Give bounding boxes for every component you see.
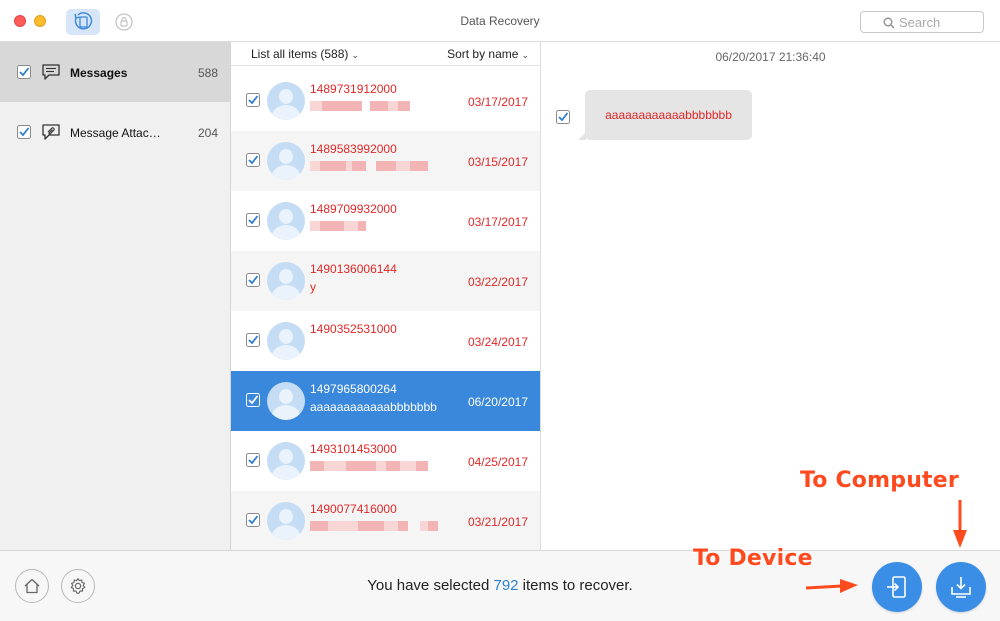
- contact-number: 1490352531000: [310, 322, 397, 336]
- search-input[interactable]: [899, 14, 979, 30]
- message-date: 03/15/2017: [467, 155, 528, 169]
- search-icon: [883, 17, 895, 29]
- window-title: Data Recovery: [460, 14, 540, 28]
- redacted-preview: [310, 221, 366, 231]
- contact-avatar-icon: [267, 382, 305, 420]
- message-text: aaaaaaaaaaaabbbbbbb: [605, 108, 732, 122]
- checkbox-checked-icon[interactable]: [246, 273, 260, 287]
- contact-avatar-icon: [267, 82, 305, 120]
- checkbox-checked-icon[interactable]: [246, 453, 260, 467]
- contact-number: 1493101453000: [310, 442, 397, 456]
- checkbox-checked-icon[interactable]: [556, 110, 570, 124]
- sort-dropdown[interactable]: Sort by name ⌄: [447, 47, 529, 61]
- chevron-down-icon: ⌄: [521, 50, 529, 60]
- checkbox-checked-icon[interactable]: [17, 65, 31, 79]
- contact-number: 1489583992000: [310, 142, 397, 156]
- recover-to-device-button[interactable]: [872, 562, 922, 612]
- search-field[interactable]: [860, 11, 984, 33]
- checkbox-checked-icon[interactable]: [246, 153, 260, 167]
- contact-number: 1489731912000: [310, 82, 397, 96]
- contact-avatar-icon: [267, 142, 305, 180]
- annotation-to-computer: To Computer: [800, 468, 959, 493]
- checkbox-checked-icon[interactable]: [246, 513, 260, 527]
- message-preview: y: [310, 280, 316, 294]
- category-sidebar: Messages 588 Message Attac… 204: [0, 42, 231, 550]
- message-date: 04/25/2017: [467, 455, 528, 469]
- message-list-row[interactable]: 1490352531000 03/24/2017: [231, 311, 540, 371]
- to-device-icon: [887, 576, 906, 598]
- sidebar-item-label: Messages: [70, 66, 128, 80]
- contact-number: 1490136006144: [310, 262, 397, 276]
- message-date: 03/17/2017: [467, 95, 528, 109]
- message-date: 03/17/2017: [467, 215, 528, 229]
- message-list-row[interactable]: 1490136006144 y 03/22/2017: [231, 251, 540, 311]
- title-bar: Data Recovery: [0, 0, 1000, 42]
- selection-summary-suffix: items to recover.: [518, 577, 633, 594]
- contact-avatar-icon: [267, 442, 305, 480]
- selection-summary-prefix: You have selected: [367, 577, 494, 594]
- message-date: 03/24/2017: [467, 335, 528, 349]
- contact-number: 1490077416000: [310, 502, 397, 516]
- checkbox-checked-icon[interactable]: [17, 125, 31, 139]
- redacted-preview: [310, 101, 410, 111]
- sort-label: Sort by name: [447, 47, 519, 61]
- redacted-preview: [310, 461, 428, 471]
- message-list-row[interactable]: 1489583992000 03/15/2017: [231, 131, 540, 191]
- chevron-down-icon: ⌄: [351, 50, 359, 60]
- contact-number: 1489709932000: [310, 202, 397, 216]
- message-list: 1489731912000 03/17/2017 1489583992000 03/1…: [231, 71, 540, 550]
- message-timestamp: 06/20/2017 21:36:40: [715, 50, 826, 64]
- annotation-to-device: To Device: [693, 546, 813, 571]
- data-recovery-window: Data Recovery Messages 588: [0, 0, 1000, 621]
- checkbox-checked-icon[interactable]: [246, 93, 260, 107]
- selected-count: 792: [493, 577, 519, 594]
- sidebar-item-count: 588: [197, 66, 218, 80]
- chat-bubble-icon: [42, 64, 60, 80]
- sidebar-item-message-attachments[interactable]: Message Attac… 204: [0, 102, 230, 162]
- contact-avatar-icon: [267, 322, 305, 360]
- contact-avatar-icon: [267, 502, 305, 540]
- message-date: 03/22/2017: [467, 275, 528, 289]
- checkbox-checked-icon[interactable]: [246, 393, 260, 407]
- message-list-row[interactable]: 1489709932000 03/17/2017: [231, 191, 540, 251]
- paperclip-bubble-icon: [42, 124, 60, 140]
- redacted-preview: [310, 161, 428, 171]
- list-filter-label: List all items (588): [251, 47, 349, 61]
- contact-number: 1497965800264: [310, 382, 397, 396]
- message-date: 03/21/2017: [467, 515, 528, 529]
- list-filter-dropdown[interactable]: List all items (588) ⌄: [251, 47, 359, 61]
- message-preview: aaaaaaaaaaaabbbbbbb: [310, 400, 437, 414]
- sidebar-item-count: 204: [197, 126, 218, 140]
- message-list-row[interactable]: 1489731912000 03/17/2017: [231, 71, 540, 131]
- selection-summary: You have selected 792 items to recover.: [0, 577, 1000, 594]
- message-list-row[interactable]: 1497965800264 aaaaaaaaaaaabbbbbbb 06/20/20…: [231, 371, 540, 431]
- footer-bar: You have selected 792 items to recover.: [0, 550, 1000, 621]
- redacted-preview: [310, 521, 438, 531]
- message-date: 06/20/2017: [467, 395, 528, 409]
- list-header: List all items (588) ⌄ Sort by name ⌄: [231, 42, 540, 66]
- message-bubble: aaaaaaaaaaaabbbbbbb: [578, 90, 752, 140]
- sidebar-item-messages[interactable]: Messages 588: [0, 42, 230, 102]
- message-list-row[interactable]: 1493101453000 04/25/2017: [231, 431, 540, 491]
- sidebar-item-label: Message Attac…: [70, 126, 161, 140]
- to-computer-icon: [951, 577, 971, 598]
- message-list-row[interactable]: 1490077416000 03/21/2017: [231, 491, 540, 550]
- message-list-panel: List all items (588) ⌄ Sort by name ⌄ 1489…: [231, 42, 541, 550]
- checkbox-checked-icon[interactable]: [246, 213, 260, 227]
- contact-avatar-icon: [267, 202, 305, 240]
- checkbox-checked-icon[interactable]: [246, 333, 260, 347]
- recover-to-computer-button[interactable]: [936, 562, 986, 612]
- contact-avatar-icon: [267, 262, 305, 300]
